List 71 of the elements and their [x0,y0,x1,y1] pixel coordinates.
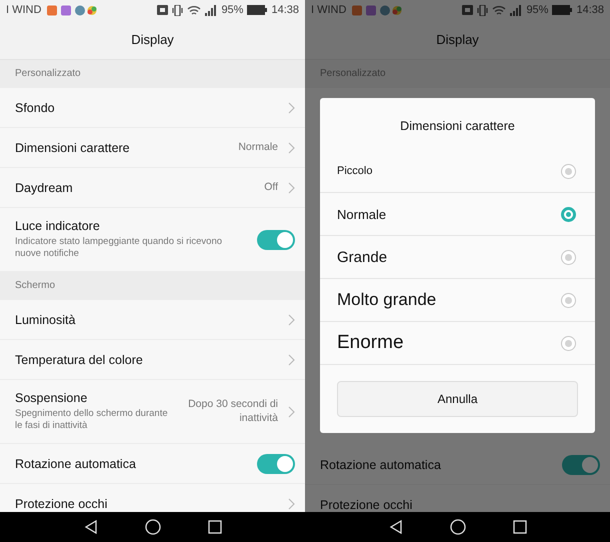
option-label: Molto grande [337,290,436,310]
row-label: Luce indicatore [15,218,101,233]
radio-button[interactable] [561,206,576,222]
toggle-switch[interactable] [562,454,600,474]
chevron-icon [288,142,295,154]
row-label: Luminosità [15,312,76,326]
row-value: Dopo 30 secondi di inattività [187,398,278,426]
battery-percent: 95% [526,4,548,16]
row-description: Indicatore stato lampeggiante quando si ricevono nuove notifiche [15,236,224,260]
signal-icon [205,4,218,16]
row-label: Dimensioni carattere [15,140,131,154]
battery-icon [552,5,572,15]
option-row[interactable]: Enorme [320,322,595,365]
row-label: Protezione occhi [320,498,414,512]
toggle-switch[interactable] [257,230,295,250]
radio-button[interactable] [561,250,576,264]
carrier-name: I WIND [311,4,346,16]
option-label: Enorme [337,332,404,354]
chevron-icon [288,498,295,510]
chevron-icon [288,182,295,194]
settings-row[interactable]: Rotazione automatica [305,445,610,485]
option-label: Piccolo [337,165,372,177]
section-header: Personalizzato [305,60,610,88]
option-row[interactable]: Piccolo [320,150,595,193]
screen-title: Display [0,20,305,60]
nfc-icon [157,5,168,15]
vibrate-icon [172,4,184,16]
row-label: Rotazione automatica [15,456,137,470]
chevron-icon [288,354,295,366]
vibrate-icon [477,4,488,16]
option-row[interactable]: Molto grande [320,279,595,322]
option-label: Grande [337,248,388,266]
row-value: Off [264,180,278,194]
clock: 14:38 [576,4,604,16]
option-row[interactable]: Grande [320,236,595,279]
row-description: Spegnimento dello schermo durante le fasi di inattività [15,408,169,432]
home-icon[interactable] [144,519,160,535]
section-header: Schermo [0,272,305,300]
row-label: Temperatura del colore [15,352,144,366]
wifi-icon [187,4,202,16]
section-header: Personalizzato [0,60,305,88]
cancel-button[interactable]: Annulla [337,381,578,417]
settings-row[interactable]: Rotazione automatica [0,444,305,484]
row-label: Rotazione automatica [320,458,442,472]
radio-button[interactable] [561,336,576,350]
clock: 14:38 [271,4,299,16]
signal-icon [510,4,522,16]
battery-percent: 95% [221,4,244,16]
row-label: Sospensione [15,390,88,405]
dialog-title: Dimensioni carattere [399,118,516,135]
toggle-switch[interactable] [257,454,295,474]
chevron-icon [288,406,295,418]
chevron-icon [288,102,295,114]
radio-button[interactable] [561,164,576,178]
back-icon[interactable] [84,520,98,534]
row-value: Normale [238,140,278,154]
battery-icon [247,5,268,15]
wifi-icon [492,4,506,16]
home-icon[interactable] [450,519,466,535]
option-row[interactable]: Normale [320,193,595,236]
carrier-name: I WIND [6,4,42,16]
recents-icon[interactable] [512,520,526,534]
back-icon[interactable] [388,520,402,534]
option-label: Normale [337,206,386,222]
recents-icon[interactable] [208,520,222,534]
nfc-icon [462,5,474,15]
row-label: Daydream [15,180,74,194]
row-label: Protezione occhi [15,496,108,510]
row-label: Sfondo [15,100,56,114]
radio-button[interactable] [561,292,576,308]
chevron-icon [288,314,295,326]
